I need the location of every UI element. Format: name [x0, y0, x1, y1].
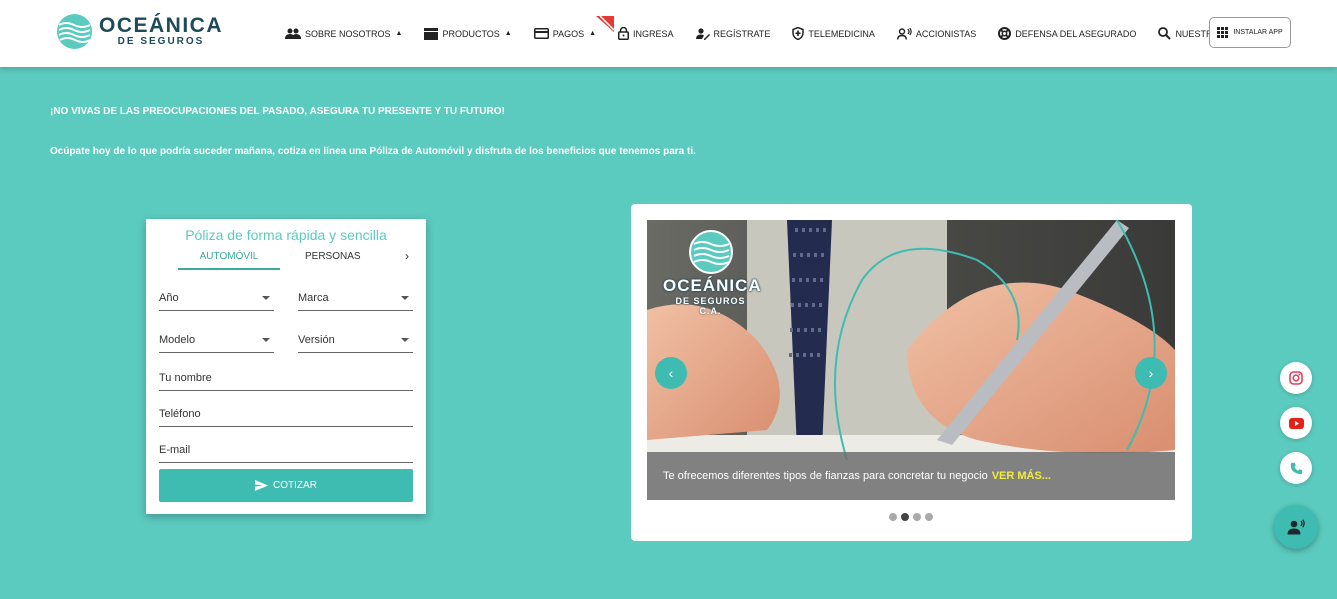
- carousel-dot[interactable]: [925, 513, 933, 521]
- tabs-next-arrow[interactable]: ›: [405, 249, 409, 263]
- instagram-icon: [1289, 371, 1303, 385]
- nav-label: SOBRE NOSOTROS: [305, 28, 391, 39]
- nav-label: DEFENSA DEL ASEGURADO: [1015, 28, 1137, 39]
- lifebuoy-icon: [998, 27, 1012, 40]
- brand-label: Marca: [298, 292, 329, 304]
- year-label: Año: [159, 292, 179, 304]
- version-select[interactable]: Versión: [298, 334, 413, 353]
- carousel-indicators: [889, 513, 933, 521]
- shield-icon: [792, 27, 805, 40]
- nav-label: REGÍSTRATE: [713, 28, 771, 39]
- phone-icon: [1290, 462, 1302, 474]
- caret-up-icon: ▲: [395, 30, 403, 37]
- ver-mas-link[interactable]: VER MÁS...: [992, 470, 1051, 482]
- name-input[interactable]: Tu nombre: [159, 372, 413, 391]
- cotizar-label: COTIZAR: [273, 480, 317, 491]
- nav-label: INGRESA: [633, 28, 674, 39]
- brand-select[interactable]: Marca: [298, 292, 413, 311]
- nav-telemedicina[interactable]: TELEMEDICINA: [792, 27, 875, 40]
- send-icon: [255, 480, 269, 491]
- dropdown-arrow-icon: [262, 338, 270, 342]
- quote-form-card: Póliza de forma rápida y sencilla AUTOMÓ…: [146, 219, 426, 514]
- nav-accionistas[interactable]: ACCIONISTAS: [896, 27, 977, 40]
- brand-name: OCEÁNICA: [99, 13, 224, 37]
- nav-defensa-asegurado[interactable]: DEFENSA DEL ASEGURADO: [998, 27, 1136, 40]
- dropdown-arrow-icon: [262, 296, 270, 300]
- phone-input[interactable]: Teléfono: [159, 408, 413, 427]
- nav-registrate[interactable]: REGÍSTRATE: [695, 27, 771, 40]
- install-app-button[interactable]: INSTALAR APP: [1209, 17, 1291, 48]
- year-select[interactable]: Año: [159, 292, 274, 311]
- apps-grid-icon: [1217, 27, 1229, 38]
- slide-brand-subtitle: DE SEGUROS C.A.: [675, 296, 746, 316]
- carousel-dot[interactable]: [889, 513, 897, 521]
- nav-ingresa[interactable]: INGRESA: [618, 27, 674, 40]
- carousel-prev-button[interactable]: ‹: [655, 357, 687, 389]
- slide-brand-name: OCEÁNICA: [663, 276, 762, 295]
- carousel-next-button[interactable]: ›: [1135, 357, 1167, 389]
- cotizar-button[interactable]: COTIZAR: [159, 469, 413, 502]
- waves-logo-icon: [57, 14, 92, 49]
- nav-pagos[interactable]: PAGOS ▲: [533, 16, 615, 39]
- carousel-dot[interactable]: [913, 513, 921, 521]
- tab-automovil[interactable]: AUTOMÓVIL: [178, 251, 280, 270]
- credit-card-icon: [533, 28, 549, 39]
- version-label: Versión: [298, 334, 335, 346]
- support-agent-icon: [1287, 519, 1305, 535]
- hero-headline: ¡NO VIVAS DE LAS PREOCUPACIONES DEL PASA…: [50, 106, 505, 117]
- main-nav: SOBRE NOSOTROS ▲ PRODUCTOS ▲ PAGOS ▲ ING…: [285, 0, 1288, 67]
- carousel-dot-active[interactable]: [901, 513, 909, 521]
- cards-icon: [424, 27, 439, 40]
- nav-sobre-nosotros[interactable]: SOBRE NOSOTROS ▲: [285, 28, 402, 40]
- nav-label: TELEMEDICINA: [808, 28, 875, 39]
- brand-subtitle: DE SEGUROS: [117, 35, 205, 47]
- new-ribbon-icon: [596, 16, 615, 32]
- phone-button[interactable]: [1280, 452, 1312, 484]
- user-edit-icon: [695, 27, 710, 40]
- brand-logo[interactable]: OCEÁNICA DE SEGUROS: [57, 14, 223, 49]
- model-label: Modelo: [159, 334, 196, 346]
- youtube-button[interactable]: [1280, 407, 1312, 439]
- nav-label: PAGOS: [552, 28, 585, 39]
- shareholders-icon: [896, 27, 912, 40]
- dropdown-arrow-icon: [401, 296, 409, 300]
- hero-subheadline: Ocúpate hoy de lo que podría suceder mañ…: [50, 146, 696, 157]
- dropdown-arrow-icon: [401, 338, 409, 342]
- install-app-label: INSTALAR APP: [1233, 29, 1283, 36]
- carousel-slide[interactable]: OCEÁNICA DE SEGUROS C.A. Te ofrecemos di…: [647, 220, 1175, 500]
- nav-label: ACCIONISTAS: [915, 28, 977, 39]
- nav-productos[interactable]: PRODUCTOS ▲: [424, 27, 512, 40]
- site-header: OCEÁNICA DE SEGUROS SOBRE NOSOTROS ▲ PRO…: [0, 0, 1337, 67]
- people-icon: [285, 28, 301, 39]
- caret-up-icon: ▲: [504, 30, 512, 37]
- support-chat-button[interactable]: [1274, 505, 1318, 549]
- slide-caption: Te ofrecemos diferentes tipos de fianzas…: [647, 452, 1175, 500]
- email-input[interactable]: E-mail: [159, 444, 413, 463]
- nav-label: PRODUCTOS: [442, 28, 500, 39]
- tab-personas[interactable]: PERSONAS: [305, 251, 361, 262]
- model-select[interactable]: Modelo: [159, 334, 274, 353]
- lock-icon: [618, 27, 630, 40]
- search-icon: [1158, 27, 1172, 40]
- form-title: Póliza de forma rápida y sencilla: [185, 227, 387, 243]
- instagram-button[interactable]: [1280, 362, 1312, 394]
- youtube-icon: [1288, 417, 1304, 429]
- caret-up-icon: ▲: [589, 30, 597, 37]
- caption-text: Te ofrecemos diferentes tipos de fianzas…: [663, 470, 988, 482]
- slide-brand-logo: OCEÁNICA DE SEGUROS C.A.: [663, 230, 762, 316]
- carousel-card: OCEÁNICA DE SEGUROS C.A. Te ofrecemos di…: [631, 204, 1192, 541]
- waves-logo-icon: [688, 230, 733, 274]
